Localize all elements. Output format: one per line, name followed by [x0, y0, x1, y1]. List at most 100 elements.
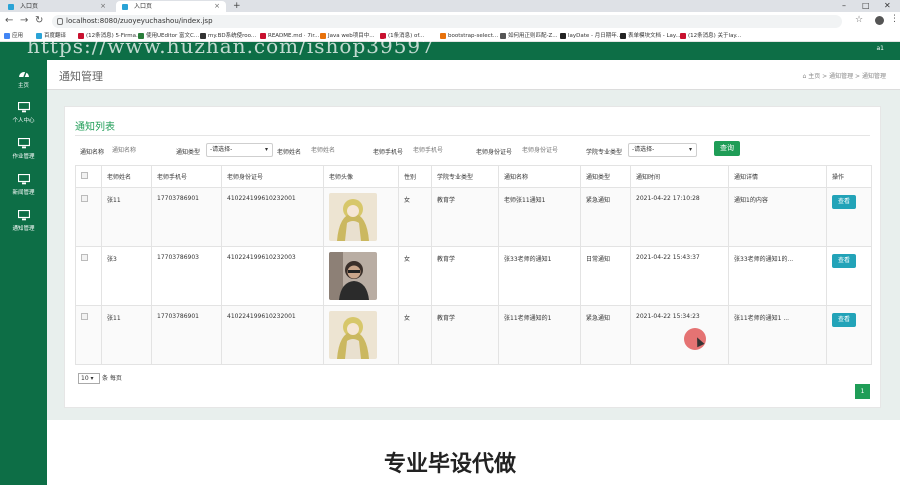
bookmark-item[interactable]: 应用	[4, 30, 23, 42]
notice-name-label: 通知名称	[80, 149, 105, 156]
cell-notice-type: 日常通知	[580, 246, 631, 306]
monitor-icon	[17, 174, 30, 185]
cell-notice-type: 紧急通知	[580, 187, 631, 247]
browser-tab-2[interactable]: 入口页 ×	[116, 1, 226, 12]
bookmark-label: layDate - 月日期年...	[568, 33, 623, 39]
select-all-header[interactable]	[75, 165, 102, 188]
notice-name-input[interactable]	[109, 143, 171, 157]
view-button[interactable]: 查看	[832, 195, 856, 209]
user-menu[interactable]: a1	[877, 45, 885, 52]
select-all-checkbox[interactable]	[81, 172, 88, 179]
bookmark-favicon-icon	[620, 33, 626, 39]
cell-notice-time: 2021-04-22 17:10:28	[630, 187, 729, 247]
page-size-select[interactable]: 10 ▾	[78, 373, 100, 384]
row-checkbox[interactable]	[81, 195, 88, 202]
cell-notice-name: 张11老师通知的1	[498, 305, 581, 365]
bookmark-item[interactable]: 表单模块文档 - Lay...	[620, 30, 681, 42]
column-header: 通知时间	[630, 165, 729, 188]
url-field[interactable]: localhost:8080/zuoyeyuchashou/index.jsp	[52, 15, 842, 28]
column-header: 通知详情	[728, 165, 827, 188]
forward-icon[interactable]: →	[20, 15, 28, 27]
breadcrumb-section[interactable]: 通知管理	[829, 73, 853, 80]
star-icon[interactable]: ☆	[855, 15, 863, 25]
bookmark-item[interactable]: layDate - 月日期年...	[560, 30, 622, 42]
bookmark-label: 如何用正则匹配-Z...	[508, 33, 558, 39]
search-button[interactable]: 查询	[714, 141, 740, 156]
major-select[interactable]: -请选择- ▾	[628, 143, 697, 157]
column-header: 学院专业类型	[431, 165, 499, 188]
cell-notice-name: 老师张11通知1	[498, 187, 581, 247]
watermark-url: https://www.huzhan.com/ishop39597	[27, 34, 435, 58]
notice-type-value: -请选择-	[210, 146, 233, 153]
notice-table: 老师姓名 老师手机号 老师身份证号 老师头像 性别 学院专业类型 通知名称 通知…	[75, 165, 872, 365]
table-row: 张11 17703786901 410224199610232001 女 教育学…	[75, 187, 872, 247]
cell-gender: 女	[398, 187, 432, 247]
bookmark-label: bootstrap-select...	[448, 33, 499, 39]
major-label: 学院专业类型	[586, 149, 623, 156]
browser-tab-1[interactable]: 入口页 ×	[2, 1, 112, 12]
sidebar-item-profile[interactable]: 个人中心	[0, 102, 47, 124]
bookmark-item[interactable]: 如何用正则匹配-Z...	[500, 30, 558, 42]
sidebar-item-news[interactable]: 新闻管理	[0, 174, 47, 196]
window-close-icon[interactable]: ✕	[884, 0, 891, 12]
account-icon[interactable]	[875, 16, 884, 25]
sidebar: 主页 个人中心 作业管理 新闻管理 通知管理	[0, 60, 47, 485]
cell-major: 教育学	[431, 246, 499, 306]
breadcrumb-home[interactable]: 主页	[808, 73, 820, 80]
column-header: 通知类型	[580, 165, 631, 188]
cell-gender: 女	[398, 305, 432, 365]
chevron-down-icon: ▾	[688, 146, 692, 153]
tab-title: 入口页	[20, 3, 39, 10]
sidebar-item-notices[interactable]: 通知管理	[0, 210, 47, 232]
teacher-name-input[interactable]	[308, 143, 370, 157]
sidebar-item-homework[interactable]: 作业管理	[0, 138, 47, 160]
cell-phone: 17703786903	[151, 246, 222, 306]
teacher-id-label: 老师身份证号	[476, 149, 513, 156]
view-button[interactable]: 查看	[832, 254, 856, 268]
cell-teacher-name: 张11	[101, 305, 152, 365]
column-header: 老师头像	[323, 165, 399, 188]
sidebar-item-label: 主页	[17, 83, 29, 89]
bookmark-label: 表单模块文档 - Lay...	[628, 33, 681, 39]
table-row: 张11 17703786901 410224199610232001 女 教育学…	[75, 305, 872, 365]
teacher-avatar[interactable]	[329, 252, 377, 300]
teacher-avatar[interactable]	[329, 311, 377, 359]
bookmark-item[interactable]: bootstrap-select...	[440, 30, 498, 42]
back-icon[interactable]: ←	[5, 15, 13, 27]
teacher-phone-input[interactable]	[410, 143, 472, 157]
sidebar-item-label: 通知管理	[12, 226, 35, 232]
cell-id-card: 410224199610232001	[221, 187, 324, 247]
new-tab-icon[interactable]: +	[233, 0, 241, 12]
menu-icon[interactable]: ⋮	[890, 14, 899, 24]
teacher-avatar[interactable]	[329, 193, 377, 241]
row-checkbox[interactable]	[81, 254, 88, 261]
favicon-icon	[122, 4, 128, 10]
close-icon[interactable]: ×	[214, 1, 220, 12]
cell-major: 教育学	[431, 187, 499, 247]
notice-type-select[interactable]: -请选择- ▾	[206, 143, 273, 157]
cell-notice-type: 紧急通知	[580, 305, 631, 365]
page-title-bar: 通知管理 ⌂ 主页 > 通知管理 > 通知管理	[47, 60, 900, 90]
breadcrumb: ⌂ 主页 > 通知管理 > 通知管理	[802, 73, 886, 80]
cell-phone: 17703786901	[151, 305, 222, 365]
notice-list-panel: 通知列表 通知名称 通知类型 -请选择- ▾ 老师姓名 老师手机号 老师身份证号 …	[64, 106, 881, 408]
cell-notice-detail: 张33老师的通知1的...	[728, 246, 827, 306]
reload-icon[interactable]: ↻	[35, 15, 43, 27]
bookmark-favicon-icon	[440, 33, 446, 39]
cell-notice-time: 2021-04-22 15:43:37	[630, 246, 729, 306]
monitor-icon	[17, 102, 30, 113]
view-button[interactable]: 查看	[832, 313, 856, 327]
bookmark-item[interactable]: (12条消息) 关于lay...	[680, 30, 741, 42]
sidebar-item-label: 新闻管理	[12, 190, 35, 196]
watermark-caption: 专业毕设代做	[383, 452, 516, 477]
page-button-current[interactable]: 1	[855, 384, 870, 399]
bookmark-favicon-icon	[680, 33, 686, 39]
cell-phone: 17703786901	[151, 187, 222, 247]
minimize-icon[interactable]: –	[842, 0, 846, 12]
row-checkbox[interactable]	[81, 313, 88, 320]
cell-major: 教育学	[431, 305, 499, 365]
sidebar-item-home[interactable]: 主页	[0, 68, 47, 89]
close-icon[interactable]: ×	[100, 1, 106, 12]
teacher-id-input[interactable]	[519, 143, 581, 157]
maximize-icon[interactable]: □	[862, 0, 870, 12]
